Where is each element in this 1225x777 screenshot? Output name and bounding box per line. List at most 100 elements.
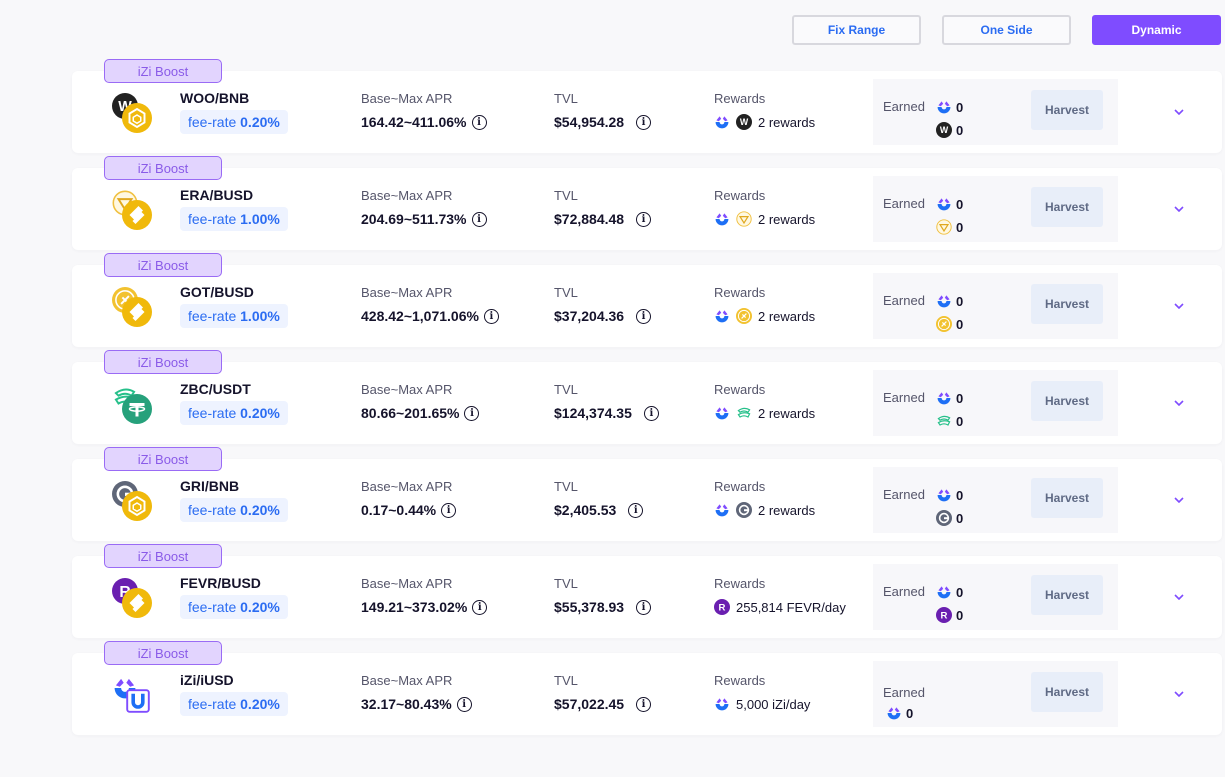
apr-column: Base~Max APR 204.69~511.73% i: [361, 188, 487, 227]
rewards-column: Rewards W 2 rewards: [714, 91, 815, 130]
izi-icon: [936, 196, 952, 212]
earned-row: 0: [936, 390, 963, 406]
chevron-down-icon[interactable]: [1172, 493, 1186, 507]
pool-list: iZi Boost W WOO/BNB fee-rate 0.20% Base~…: [72, 59, 1222, 750]
era-icon: [736, 211, 752, 227]
info-icon[interactable]: i: [628, 502, 644, 518]
fee-rate-value: 0.20%: [240, 502, 280, 518]
chevron-down-icon[interactable]: [1172, 202, 1186, 216]
izi-icon: [714, 211, 730, 227]
info-icon[interactable]: i: [643, 405, 659, 421]
info-icon[interactable]: i: [636, 211, 652, 227]
fee-rate-badge: fee-rate 0.20%: [180, 498, 288, 522]
info-icon[interactable]: i: [636, 114, 652, 130]
pool-card: iZi Boost ERA/BUSD fee-rate 1.00% Base~M…: [72, 156, 1222, 250]
info-icon[interactable]: i: [636, 696, 652, 712]
rewards-label: Rewards: [714, 479, 766, 494]
pool-card: iZi Boost R FEVR/BUSD fee-rate 0.20% Bas…: [72, 544, 1222, 638]
pair-icons: [112, 479, 154, 521]
earned-row: R0: [936, 607, 963, 623]
pair-icons: [112, 188, 154, 230]
tvl-label: TVL: [554, 285, 578, 300]
harvest-button[interactable]: Harvest: [1031, 575, 1103, 615]
svg-text:W: W: [940, 125, 949, 135]
woo-icon: W: [736, 114, 752, 130]
harvest-button[interactable]: Harvest: [1031, 90, 1103, 130]
info-icon[interactable]: i: [483, 308, 499, 324]
tab-dynamic[interactable]: Dynamic: [1092, 15, 1221, 45]
tvl-value: $55,378.93: [554, 599, 625, 615]
era-icon: [936, 219, 952, 235]
earned-value: 0: [956, 413, 964, 429]
info-icon[interactable]: i: [636, 599, 652, 615]
fee-rate-badge: fee-rate 0.20%: [180, 110, 288, 134]
earned-value: 0: [956, 196, 964, 212]
chevron-down-icon[interactable]: [1172, 105, 1186, 119]
info-icon[interactable]: i: [441, 502, 457, 518]
pair-name: WOO/BNB: [180, 90, 250, 106]
tvl-column: TVL $72,884.48 i: [554, 188, 652, 227]
apr-column: Base~Max APR 164.42~411.06% i: [361, 91, 487, 130]
earned-row: 0: [936, 413, 963, 429]
zbc-icon: [936, 413, 952, 429]
pair-icons: R: [112, 576, 154, 618]
tvl-column: TVL $37,204.36 i: [554, 285, 652, 324]
chevron-down-icon[interactable]: [1172, 299, 1186, 313]
busd-icon: [122, 588, 152, 618]
fee-rate-badge: fee-rate 1.00%: [180, 304, 288, 328]
bnb-icon: [122, 491, 152, 521]
earned-panel: Earned Harvest 0R0: [873, 564, 1118, 630]
chevron-down-icon[interactable]: [1172, 396, 1186, 410]
apr-value: 164.42~411.06%: [361, 114, 467, 130]
chevron-down-icon[interactable]: [1172, 590, 1186, 604]
chevron-down-icon[interactable]: [1172, 687, 1186, 701]
apr-label: Base~Max APR: [361, 91, 453, 106]
tvl-column: TVL $57,022.45 i: [554, 673, 652, 712]
earned-value: 0: [956, 316, 964, 332]
info-icon[interactable]: i: [471, 211, 487, 227]
tab-one-side[interactable]: One Side: [942, 15, 1071, 45]
izi-icon: [714, 502, 730, 518]
apr-column: Base~Max APR 149.21~373.02% i: [361, 576, 488, 615]
fee-rate-label: fee-rate: [188, 405, 237, 421]
earned-row: 0: [936, 584, 963, 600]
info-icon[interactable]: i: [464, 405, 480, 421]
fevr-icon: R: [714, 599, 730, 615]
harvest-button[interactable]: Harvest: [1031, 672, 1103, 712]
mode-tabs: Fix Range One Side Dynamic: [792, 15, 1221, 45]
earned-panel: Earned Harvest 0 0: [873, 176, 1118, 242]
earned-panel: Earned Harvest 0 0: [873, 273, 1118, 339]
info-icon[interactable]: i: [472, 599, 488, 615]
harvest-button[interactable]: Harvest: [1031, 284, 1103, 324]
tvl-label: TVL: [554, 188, 578, 203]
earned-row: 0: [936, 487, 963, 503]
apr-column: Base~Max APR 428.42~1,071.06% i: [361, 285, 499, 324]
earned-label: Earned: [883, 293, 925, 308]
harvest-button[interactable]: Harvest: [1031, 381, 1103, 421]
izi-icon: [936, 390, 952, 406]
got-icon: [736, 308, 752, 324]
busd-icon: [122, 297, 152, 327]
info-icon[interactable]: i: [456, 696, 472, 712]
rewards-value: 255,814 FEVR/day: [736, 599, 846, 615]
tvl-label: TVL: [554, 382, 578, 397]
rewards-column: Rewards R 255,814 FEVR/day: [714, 576, 846, 615]
fee-rate-label: fee-rate: [188, 696, 237, 712]
harvest-button[interactable]: Harvest: [1031, 187, 1103, 227]
izi-boost-badge: iZi Boost: [104, 350, 222, 374]
info-icon[interactable]: i: [636, 308, 652, 324]
fee-rate-label: fee-rate: [188, 502, 237, 518]
earned-value: 0: [906, 705, 914, 721]
got-icon: [936, 316, 952, 332]
info-icon[interactable]: i: [471, 114, 487, 130]
harvest-button[interactable]: Harvest: [1031, 478, 1103, 518]
tvl-column: TVL $55,378.93 i: [554, 576, 652, 615]
tab-fix-range[interactable]: Fix Range: [792, 15, 921, 45]
earned-label: Earned: [883, 487, 925, 502]
woo-icon: W: [936, 122, 952, 138]
pool-card: iZi Boost GRI/BNB fee-rate 0.20% Base~Ma…: [72, 447, 1222, 541]
apr-label: Base~Max APR: [361, 576, 453, 591]
tvl-value: $37,204.36: [554, 308, 625, 324]
rewards-value: 2 rewards: [758, 405, 816, 421]
apr-value: 428.42~1,071.06%: [361, 308, 479, 324]
